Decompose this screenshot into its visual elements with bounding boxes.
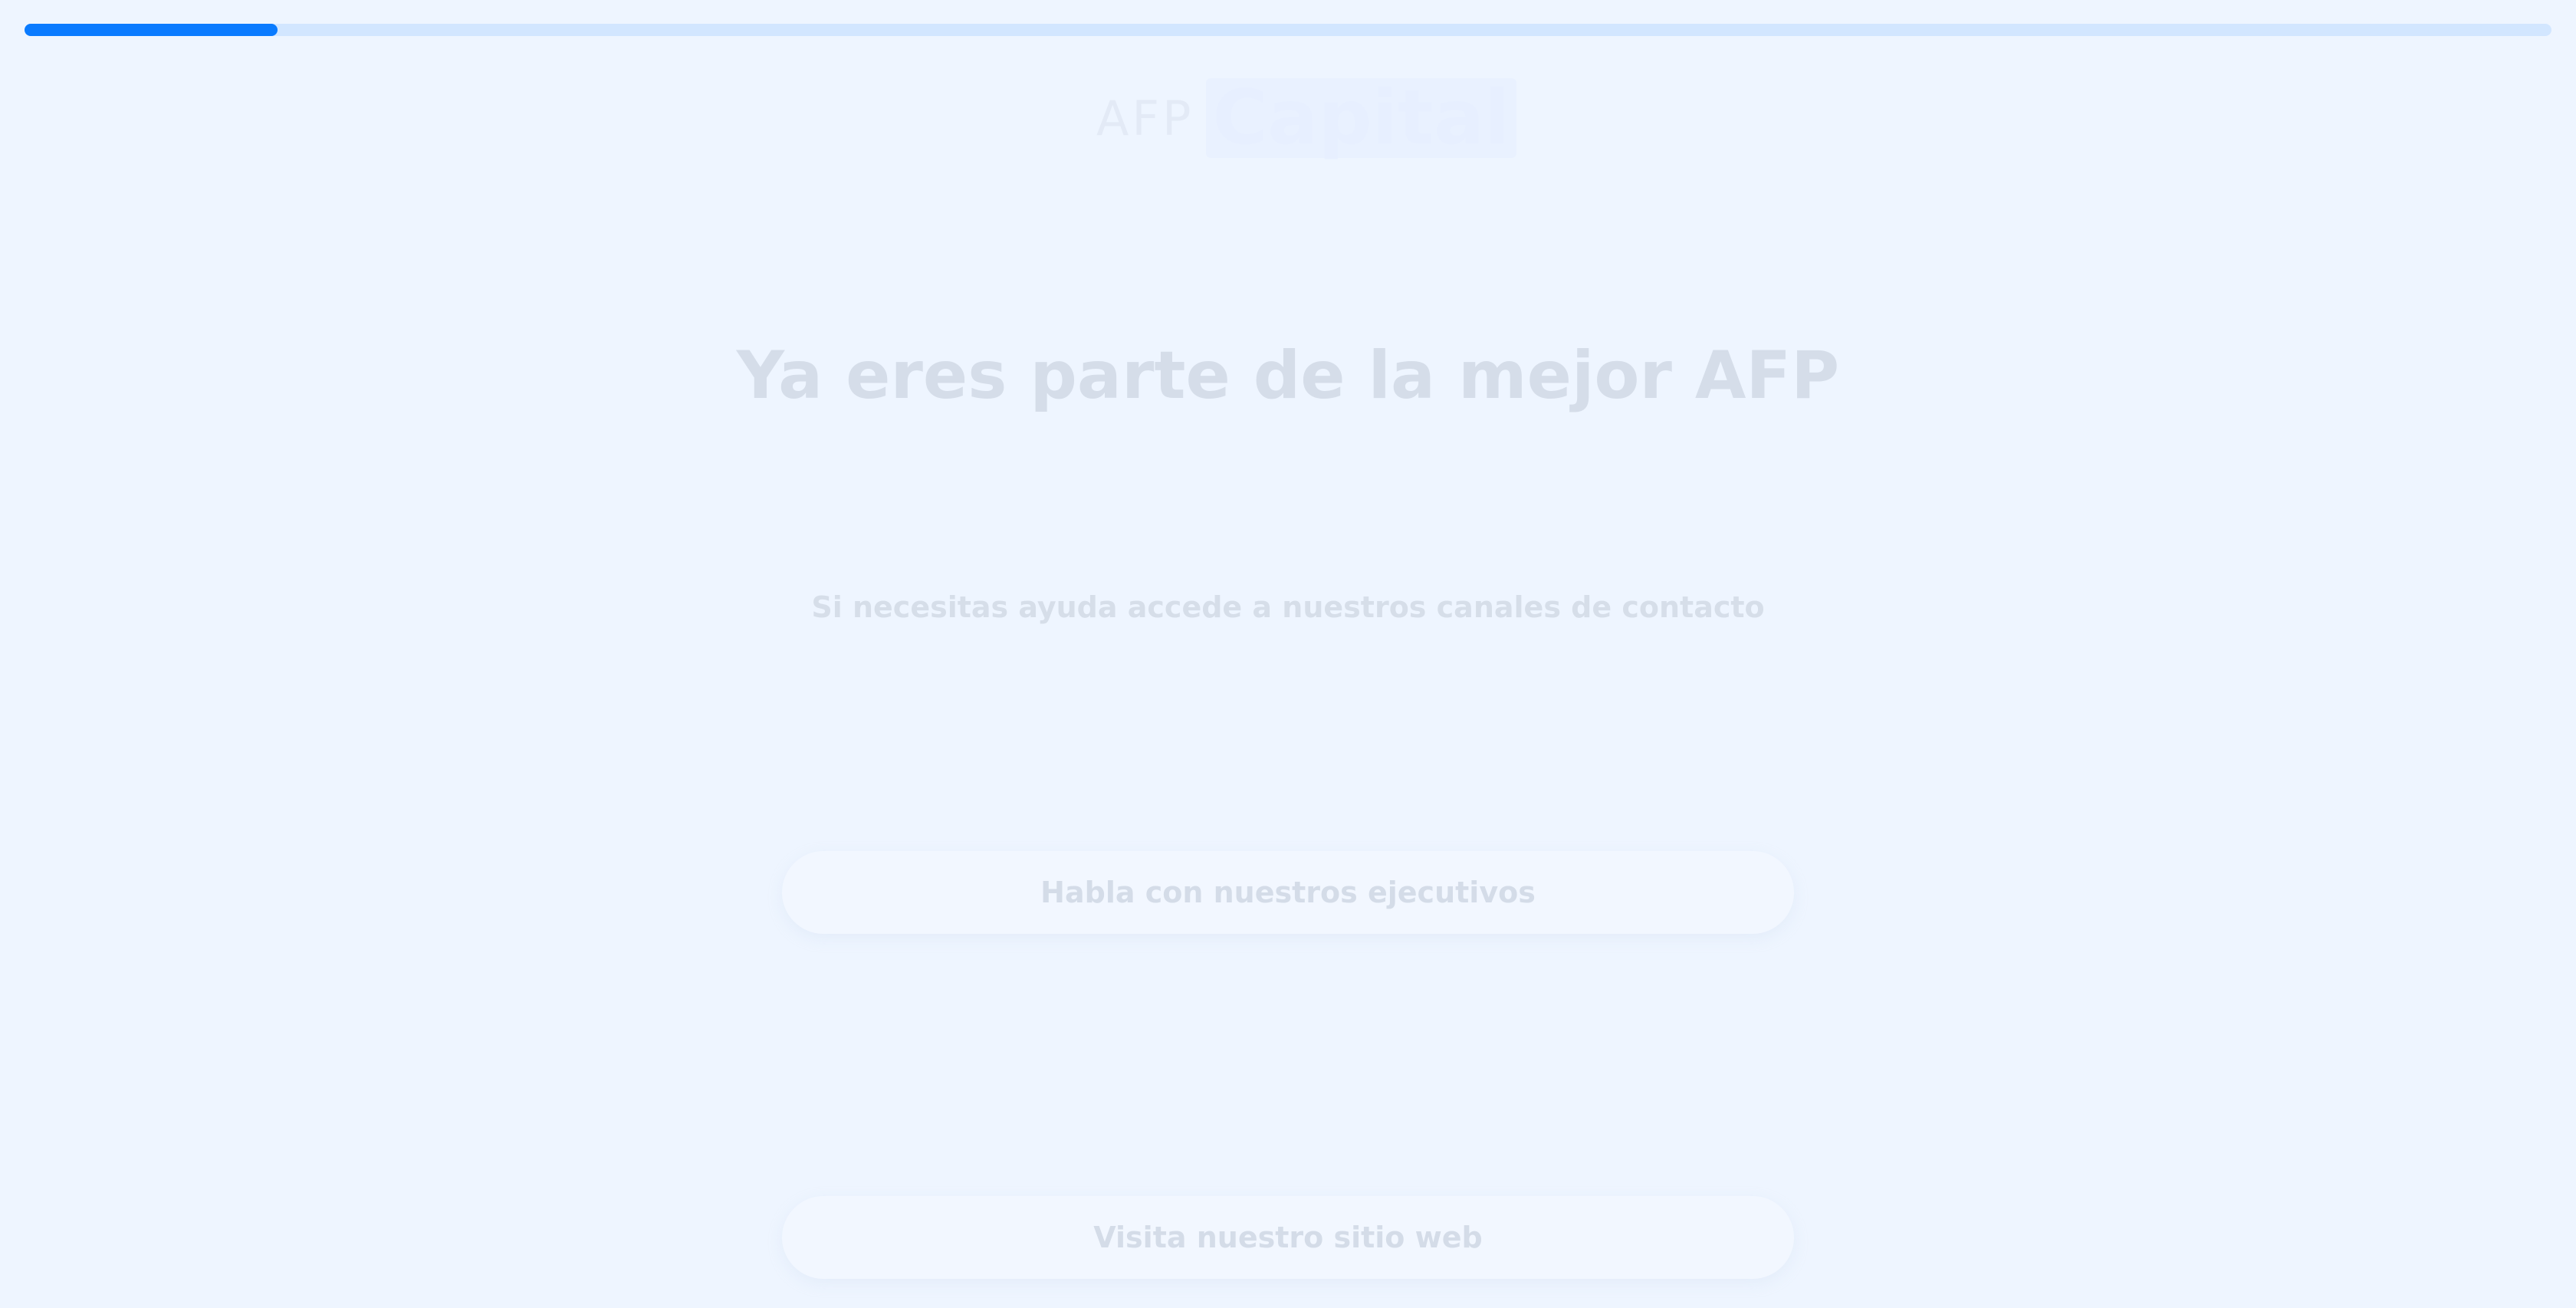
logo-prefix: AFP [1096, 90, 1194, 146]
logo-name: Capital [1206, 78, 1516, 158]
talk-to-executives-button[interactable]: Habla con nuestros ejecutivos [782, 851, 1794, 934]
welcome-screen: AFP Capital Ya eres parte de la mejor AF… [0, 0, 2576, 1308]
visit-website-button[interactable]: Visita nuestro sitio web [782, 1196, 1794, 1279]
progress-bar [25, 24, 2551, 36]
brand-logo: AFP Capital [1096, 74, 1516, 163]
page-title: Ya eres parte de la mejor AFP [736, 337, 1840, 414]
progress-bar-fill [25, 24, 278, 36]
help-text: Si necesitas ayuda accede a nuestros can… [811, 590, 1765, 624]
